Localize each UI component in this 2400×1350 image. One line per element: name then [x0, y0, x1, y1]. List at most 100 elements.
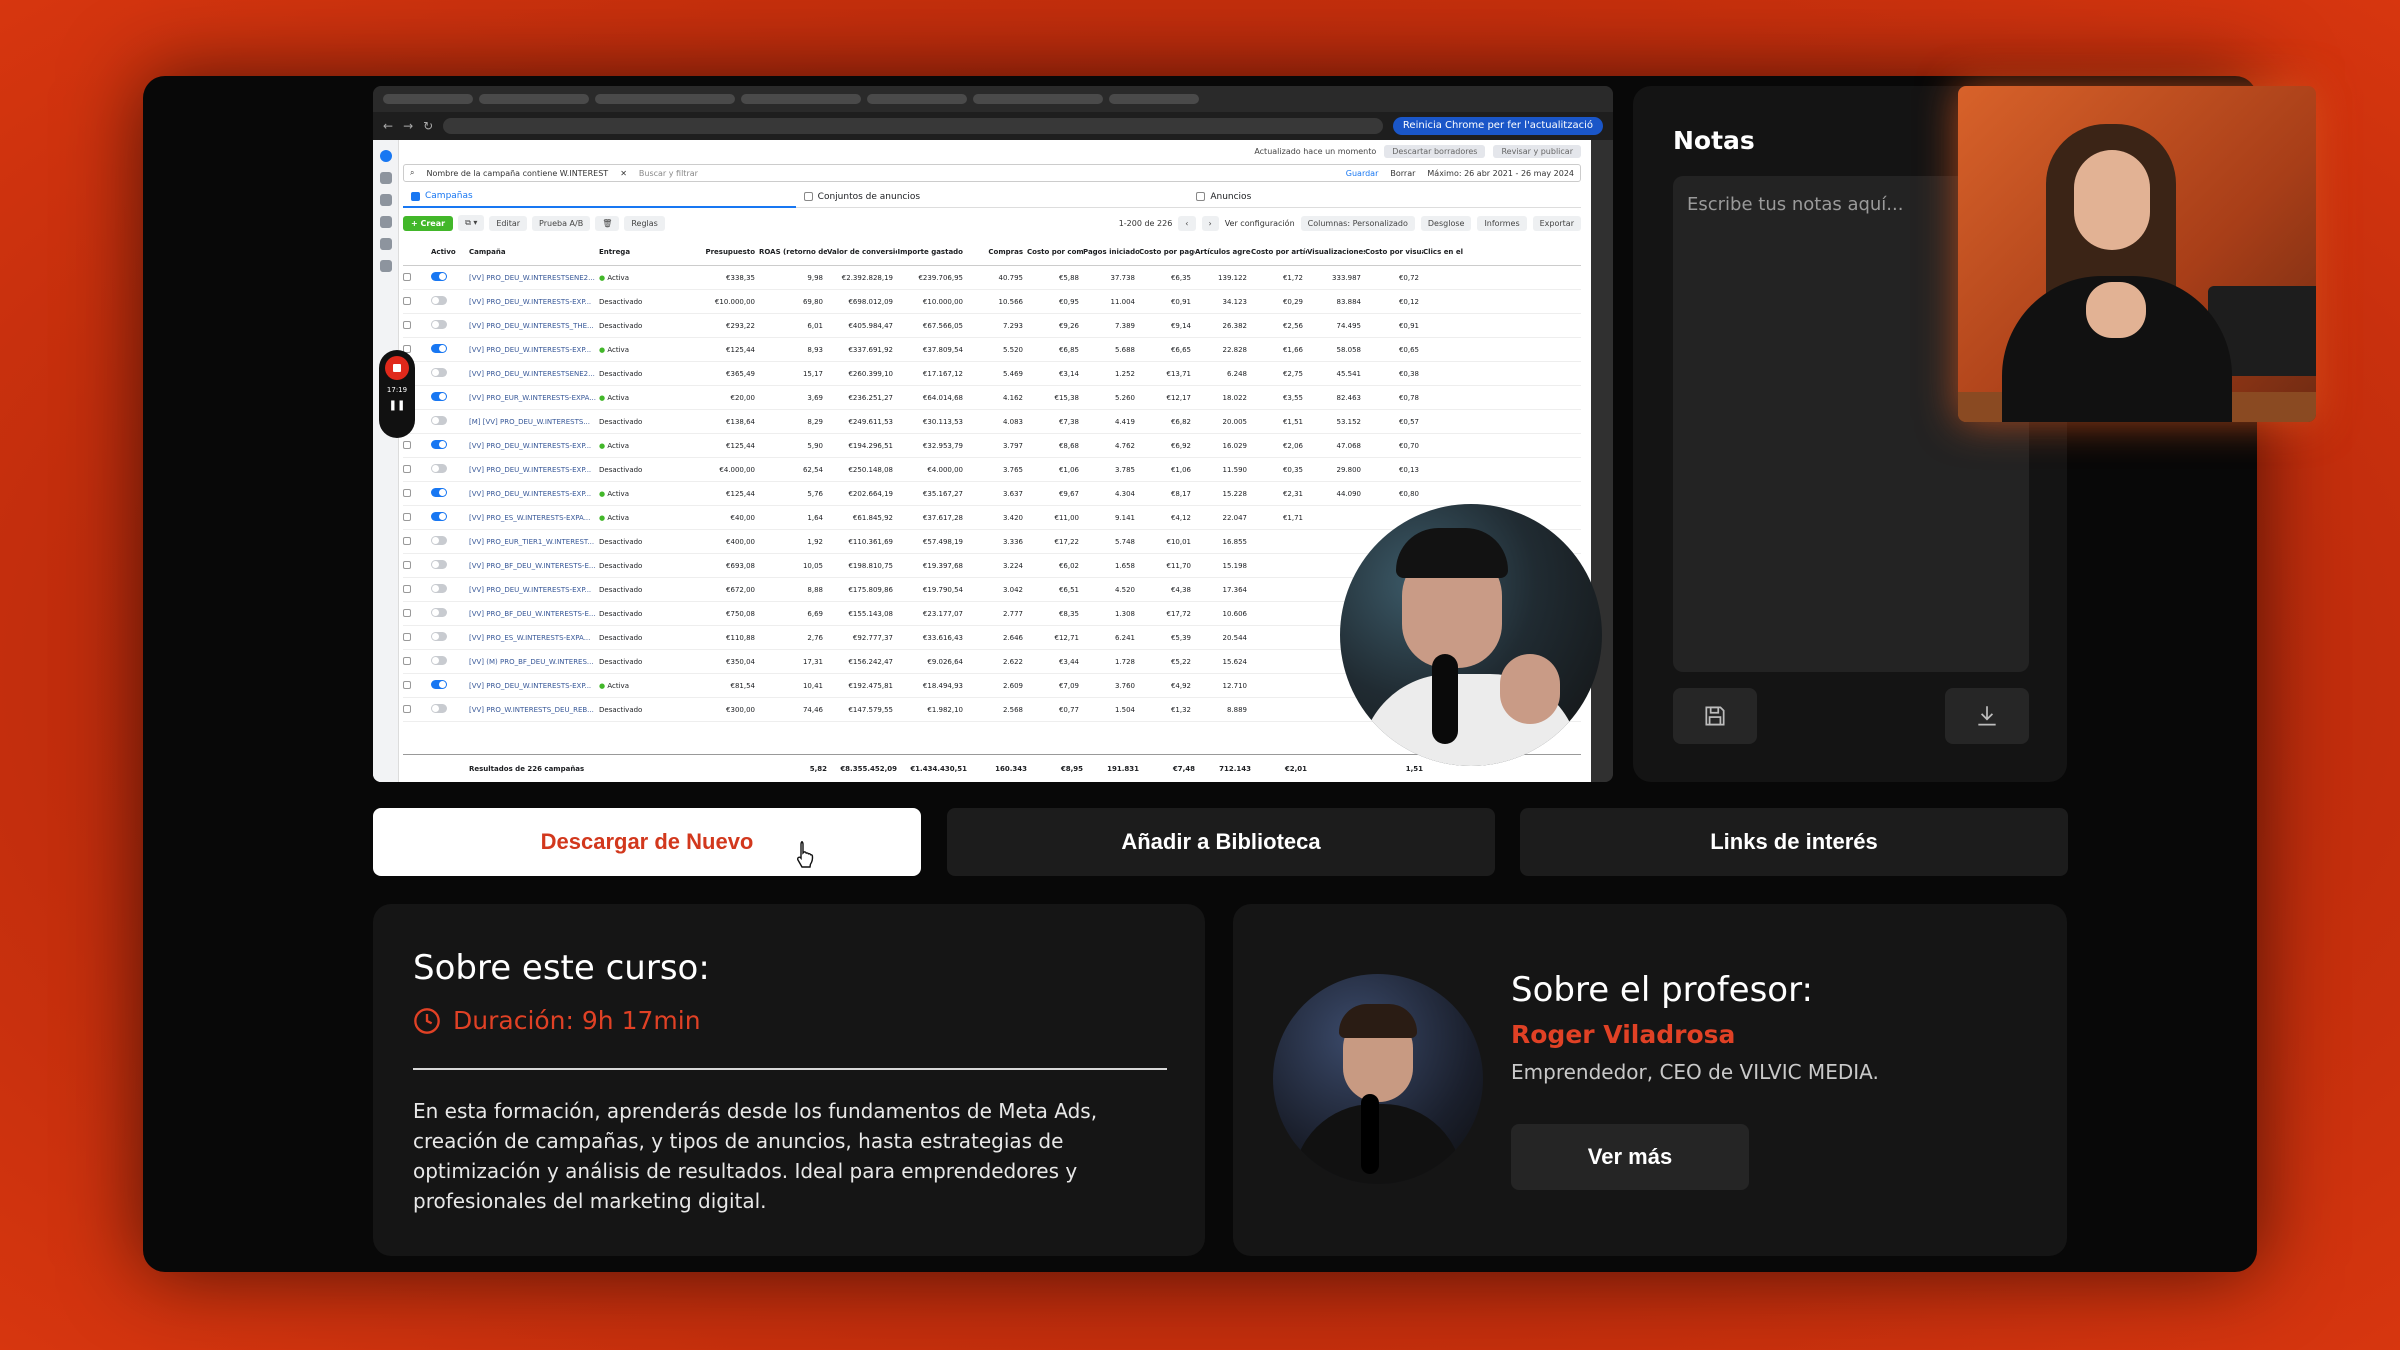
column-header[interactable]: Campaña: [469, 248, 599, 256]
table-row[interactable]: [VV] PRO_DEU_W.INTERESTS-EXP... Desactiva…: [403, 290, 1581, 314]
campaign-name-link[interactable]: [VV] PRO_BF_DEU_W.INTERESTS-E...: [469, 610, 599, 618]
edit-button[interactable]: Editar: [489, 215, 528, 231]
table-row[interactable]: [M] [VV] PRO_DEU_W.INTERESTS... Desactiva…: [403, 410, 1581, 434]
video-player[interactable]: ← → ↻ Reinicia Chrome per fer l'actualit…: [373, 86, 1613, 782]
campaign-toggle[interactable]: [431, 464, 469, 475]
search-placeholder[interactable]: Buscar y filtrar: [639, 169, 698, 178]
campaign-name-link[interactable]: [VV] PRO_DEU_W.INTERESTS_THE...: [469, 322, 599, 330]
column-header[interactable]: Artículos agregados al carrito: [1195, 248, 1251, 256]
column-header[interactable]: Costo por artículo agregado al...: [1251, 248, 1307, 256]
prev-page-button[interactable]: ‹: [1178, 215, 1196, 231]
filter-bar[interactable]: ⌕ Nombre de la campaña contiene W.INTERE…: [403, 164, 1581, 182]
campaign-toggle[interactable]: [431, 320, 469, 331]
discard-drafts-button[interactable]: Descartar borradores: [1384, 144, 1486, 158]
see-more-button[interactable]: Ver más: [1511, 1124, 1749, 1190]
row-checkbox[interactable]: [403, 512, 431, 523]
column-header[interactable]: Costo por pago iniciado: [1139, 248, 1195, 256]
campaign-toggle[interactable]: [431, 272, 469, 283]
download-notes-button[interactable]: [1945, 688, 2029, 744]
campaign-toggle[interactable]: [431, 608, 469, 619]
campaign-name-link[interactable]: [VV] PRO_DEU_W.INTERESTS-EXP...: [469, 586, 599, 594]
campaign-name-link[interactable]: [VV] PRO_BF_DEU_W.INTERESTS-E...: [469, 562, 599, 570]
add-to-library-button[interactable]: Añadir a Biblioteca: [947, 808, 1495, 876]
campaign-toggle[interactable]: [431, 656, 469, 667]
back-icon[interactable]: ←: [383, 119, 393, 133]
row-checkbox[interactable]: [403, 464, 431, 475]
active-filter[interactable]: Nombre de la campaña contiene W.INTEREST: [426, 169, 608, 178]
campaign-name-link[interactable]: [VV] PRO_DEU_W.INTERESTS-EXP...: [469, 346, 599, 354]
campaign-name-link[interactable]: [VV] PRO_DEU_W.INTERESTS-EXP...: [469, 490, 599, 498]
campaign-name-link[interactable]: [VV] PRO_DEU_W.INTERESTS-EXP...: [469, 442, 599, 450]
campaign-toggle[interactable]: [431, 680, 469, 691]
row-checkbox[interactable]: [403, 488, 431, 499]
column-header[interactable]: Importe gastado: [897, 248, 967, 256]
row-checkbox[interactable]: [403, 272, 431, 283]
nav-icon[interactable]: [379, 172, 392, 184]
campaign-toggle[interactable]: [431, 512, 469, 523]
campaign-name-link[interactable]: [VV] PRO_DEU_W.INTERESTS-EXP...: [469, 298, 599, 306]
campaign-toggle[interactable]: [431, 704, 469, 715]
stop-recording-button[interactable]: [385, 356, 409, 380]
browser-tab[interactable]: [383, 94, 473, 104]
row-checkbox[interactable]: [403, 584, 431, 595]
download-again-button[interactable]: Descargar de Nuevo: [373, 808, 921, 876]
duplicate-button[interactable]: ⧉ ▾: [458, 215, 485, 231]
row-checkbox[interactable]: [403, 560, 431, 571]
reports-dropdown[interactable]: Informes: [1477, 215, 1527, 231]
ab-test-button[interactable]: Prueba A/B: [532, 215, 591, 231]
row-checkbox[interactable]: [403, 296, 431, 307]
rules-button[interactable]: Reglas: [624, 215, 665, 231]
browser-tab[interactable]: [479, 94, 589, 104]
tab-ad-sets[interactable]: Conjuntos de anuncios: [795, 186, 1189, 208]
review-publish-button[interactable]: Revisar y publicar: [1493, 144, 1581, 158]
campaign-toggle[interactable]: [431, 632, 469, 643]
browser-tab[interactable]: [595, 94, 735, 104]
browser-tab[interactable]: [741, 94, 861, 104]
save-notes-button[interactable]: [1673, 688, 1757, 744]
browser-tab[interactable]: [867, 94, 967, 104]
campaign-name-link[interactable]: [VV] PRO_DEU_W.INTERESTSENE2...: [469, 370, 599, 378]
breakdown-dropdown[interactable]: Desglose: [1420, 215, 1472, 231]
nav-icon[interactable]: [379, 238, 392, 250]
campaign-name-link[interactable]: [M] [VV] PRO_DEU_W.INTERESTS...: [469, 418, 599, 426]
row-checkbox[interactable]: [403, 632, 431, 643]
tab-ads[interactable]: Anuncios: [1188, 186, 1582, 208]
restart-chrome-button[interactable]: Reinicia Chrome per fer l'actualització: [1392, 117, 1603, 135]
column-header[interactable]: Compras: [967, 248, 1027, 256]
campaign-toggle[interactable]: [431, 392, 469, 403]
columns-dropdown[interactable]: Columnas: Personalizado: [1300, 215, 1415, 231]
row-checkbox[interactable]: [403, 656, 431, 667]
nav-icon[interactable]: [379, 260, 392, 272]
column-header[interactable]: Entrega: [599, 248, 689, 256]
column-header[interactable]: Clics en el enlace: [1423, 248, 1463, 256]
campaign-toggle[interactable]: [431, 296, 469, 307]
date-range-picker[interactable]: Máximo: 26 abr 2021 - 26 may 2024: [1427, 169, 1574, 178]
reload-icon[interactable]: ↻: [423, 119, 433, 133]
campaign-toggle[interactable]: [431, 536, 469, 547]
campaign-name-link[interactable]: [VV] PRO_DEU_W.INTERESTSENE2...: [469, 274, 599, 282]
browser-tab[interactable]: [973, 94, 1103, 104]
column-header[interactable]: Valor de conversión de compras: [827, 248, 897, 256]
column-header[interactable]: Visualizaciones de contenido: [1307, 248, 1365, 256]
table-row[interactable]: [VV] PRO_DEU_W.INTERESTS-EXP...Activa €12…: [403, 434, 1581, 458]
table-row[interactable]: [VV] PRO_DEU_W.INTERESTS-EXP... Desactiva…: [403, 458, 1581, 482]
pause-icon[interactable]: ❚❚: [389, 400, 406, 411]
row-checkbox[interactable]: [403, 440, 431, 451]
column-header[interactable]: Activo: [431, 248, 469, 256]
campaign-name-link[interactable]: [VV] PRO_ES_W.INTERESTS-EXPA...: [469, 514, 599, 522]
campaign-name-link[interactable]: [VV] PRO_ES_W.INTERESTS-EXPA...: [469, 634, 599, 642]
remove-filter-icon[interactable]: ✕: [620, 169, 627, 178]
column-header[interactable]: ROAS (retorno de la inversión en publici…: [759, 248, 827, 256]
nav-icon[interactable]: [379, 194, 392, 206]
campaign-toggle[interactable]: [431, 344, 469, 355]
table-row[interactable]: [VV] PRO_DEU_W.INTERESTS_THE... Desactiva…: [403, 314, 1581, 338]
campaign-toggle[interactable]: [431, 440, 469, 451]
table-row[interactable]: [VV] PRO_DEU_W.INTERESTSENE2... Desactiva…: [403, 362, 1581, 386]
campaign-name-link[interactable]: [VV] PRO_W.INTERESTS_DEU_REB...: [469, 706, 599, 714]
campaign-name-link[interactable]: [VV] PRO_DEU_W.INTERESTS-EXP...: [469, 682, 599, 690]
campaign-toggle[interactable]: [431, 416, 469, 427]
campaign-name-link[interactable]: [VV] (M) PRO_BF_DEU_W.INTERES...: [469, 658, 599, 666]
column-header[interactable]: Pagos iniciados: [1083, 248, 1139, 256]
column-header[interactable]: Presupuesto: [689, 248, 759, 256]
links-button[interactable]: Links de interés: [1520, 808, 2068, 876]
